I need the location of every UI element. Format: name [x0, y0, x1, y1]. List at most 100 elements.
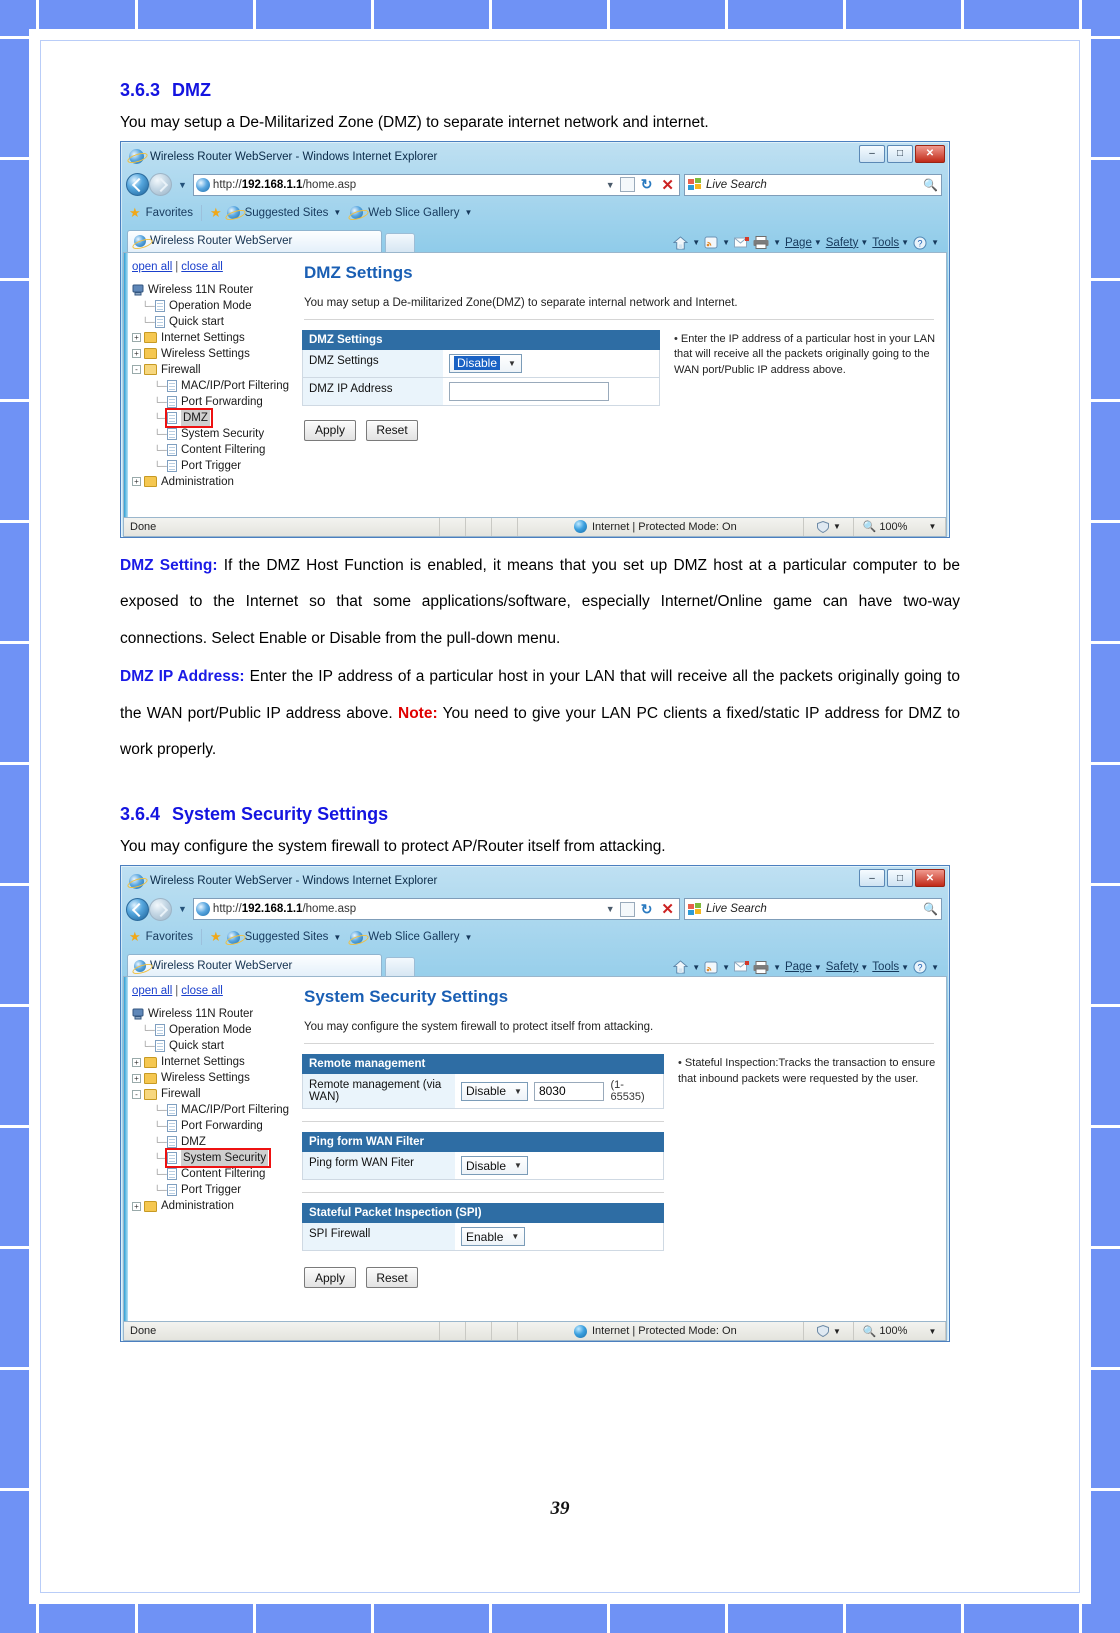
- sidebar-item-internet-settings[interactable]: + Internet Settings: [132, 330, 296, 346]
- sidebar-item-system-security[interactable]: └─ System Security: [132, 426, 296, 442]
- zoom-control[interactable]: 🔍 100% ▼: [854, 1322, 946, 1341]
- sidebar-item-port-forwarding[interactable]: └─ Port Forwarding: [132, 1118, 296, 1134]
- security-zone[interactable]: Internet | Protected Mode: On: [518, 517, 804, 536]
- add-favorites-icon[interactable]: ★: [210, 205, 222, 221]
- reset-button[interactable]: Reset: [366, 419, 418, 441]
- dmz-settings-select[interactable]: Disable ▼: [449, 353, 522, 373]
- close-all-link[interactable]: close all: [181, 261, 223, 273]
- expand-icon[interactable]: +: [132, 349, 141, 359]
- menu-safety[interactable]: Safety ▼: [826, 237, 869, 249]
- chevron-down-icon[interactable]: ▼: [464, 933, 472, 942]
- help-icon[interactable]: ?: [913, 236, 927, 250]
- close-button[interactable]: ✕: [915, 144, 945, 163]
- maximize-button[interactable]: □: [887, 144, 913, 163]
- chevron-down-icon[interactable]: ▼: [333, 208, 341, 217]
- open-all-link[interactable]: open all: [132, 985, 172, 997]
- remote-management-select[interactable]: Disable ▼: [461, 1081, 528, 1101]
- reset-button[interactable]: Reset: [366, 1267, 418, 1289]
- new-tab-button[interactable]: [385, 232, 415, 252]
- search-bar[interactable]: Live Search 🔍: [684, 173, 942, 196]
- address-dropdown-icon[interactable]: ▼: [604, 904, 617, 914]
- tab-wireless-router-webserver[interactable]: Wireless Router WebServer: [127, 229, 382, 252]
- sidebar-item-operation-mode[interactable]: └─ Operation Mode: [132, 1022, 296, 1038]
- expand-icon[interactable]: +: [132, 333, 141, 343]
- home-icon[interactable]: [673, 960, 689, 974]
- sidebar-item-system-security[interactable]: └─ System Security: [132, 1148, 296, 1169]
- protected-mode-indicator[interactable]: ▼: [804, 517, 854, 536]
- address-bar[interactable]: http://192.168.1.1/home.asp ▼ ↻ ✕: [192, 173, 680, 196]
- sidebar-item-quick-start[interactable]: └─ Quick start: [132, 1038, 296, 1054]
- sidebar-item-administration[interactable]: + Administration: [132, 474, 296, 490]
- sidebar-item-mac-ip-port-filtering[interactable]: └─ MAC/IP/Port Filtering: [132, 1102, 296, 1118]
- maximize-button[interactable]: □: [887, 869, 913, 888]
- mail-icon[interactable]: [734, 961, 750, 973]
- menu-tools[interactable]: Tools ▼: [872, 237, 909, 249]
- sidebar-item-dmz[interactable]: └─ DMZ: [132, 407, 296, 428]
- chevron-down-icon[interactable]: ▼: [333, 933, 341, 942]
- search-icon[interactable]: 🔍: [923, 178, 938, 192]
- address-dropdown-icon[interactable]: ▼: [604, 180, 617, 190]
- forward-arrow-icon[interactable]: [149, 897, 172, 921]
- back-arrow-icon[interactable]: [126, 173, 149, 197]
- suggested-sites-label[interactable]: Suggested Sites: [245, 207, 329, 219]
- zoom-control[interactable]: 🔍 100% ▼: [854, 517, 946, 536]
- chevron-down-icon[interactable]: ▼: [692, 963, 700, 972]
- expand-icon[interactable]: +: [132, 1057, 141, 1067]
- spi-firewall-select[interactable]: Enable ▼: [461, 1227, 526, 1247]
- chevron-down-icon[interactable]: ▼: [928, 1327, 936, 1336]
- dmz-ip-address-input[interactable]: [449, 381, 609, 401]
- sidebar-item-operation-mode[interactable]: └─ Operation Mode: [132, 298, 296, 314]
- menu-page[interactable]: Page ▼: [785, 237, 822, 249]
- chevron-down-icon[interactable]: ▼: [773, 963, 781, 972]
- sidebar-item-firewall[interactable]: - Firewall: [132, 1086, 296, 1102]
- refresh-icon[interactable]: ↻: [638, 176, 656, 193]
- new-tab-button[interactable]: [385, 957, 415, 977]
- sidebar-item-internet-settings[interactable]: + Internet Settings: [132, 1054, 296, 1070]
- tree-root[interactable]: Wireless 11N Router: [132, 1006, 296, 1022]
- apply-button[interactable]: Apply: [304, 1267, 356, 1289]
- apply-button[interactable]: Apply: [304, 419, 356, 441]
- sidebar-item-port-trigger[interactable]: └─ Port Trigger: [132, 458, 296, 474]
- address-bar[interactable]: http://192.168.1.1/home.asp ▼ ↻ ✕: [192, 898, 680, 921]
- home-icon[interactable]: [673, 236, 689, 250]
- sidebar-item-content-filtering[interactable]: └─ Content Filtering: [132, 1166, 296, 1182]
- tree-root[interactable]: Wireless 11N Router: [132, 282, 296, 298]
- favorites-label[interactable]: Favorites: [146, 931, 193, 943]
- favorites-star-icon[interactable]: ★: [129, 929, 141, 945]
- chevron-down-icon[interactable]: ▼: [178, 180, 187, 190]
- sidebar-item-content-filtering[interactable]: └─ Content Filtering: [132, 442, 296, 458]
- close-all-link[interactable]: close all: [181, 985, 223, 997]
- sidebar-item-port-trigger[interactable]: └─ Port Trigger: [132, 1182, 296, 1198]
- sidebar-item-administration[interactable]: + Administration: [132, 1198, 296, 1214]
- refresh-icon[interactable]: ↻: [638, 901, 656, 918]
- web-slice-label[interactable]: Web Slice Gallery: [368, 931, 459, 943]
- sidebar-item-port-forwarding[interactable]: └─ Port Forwarding: [132, 394, 296, 410]
- help-icon[interactable]: ?: [913, 960, 927, 974]
- compatibility-view-icon[interactable]: [619, 901, 635, 917]
- sidebar-item-mac-ip-port-filtering[interactable]: └─ MAC/IP/Port Filtering: [132, 378, 296, 394]
- expand-icon[interactable]: +: [132, 1073, 141, 1083]
- search-input[interactable]: Live Search: [706, 179, 919, 191]
- stop-icon[interactable]: ✕: [658, 900, 677, 918]
- web-slice-label[interactable]: Web Slice Gallery: [368, 207, 459, 219]
- add-favorites-icon[interactable]: ★: [210, 929, 222, 945]
- tab-wireless-router-webserver[interactable]: Wireless Router WebServer: [127, 954, 382, 977]
- chevron-down-icon[interactable]: ▼: [833, 1327, 841, 1336]
- menu-tools[interactable]: Tools ▼: [872, 961, 909, 973]
- protected-mode-indicator[interactable]: ▼: [804, 1322, 854, 1341]
- menu-page[interactable]: Page ▼: [785, 961, 822, 973]
- mail-icon[interactable]: [734, 236, 750, 249]
- menu-safety[interactable]: Safety ▼: [826, 961, 869, 973]
- favorites-star-icon[interactable]: ★: [129, 205, 141, 221]
- remote-management-port-input[interactable]: 8030: [533, 1081, 605, 1101]
- minimize-button[interactable]: –: [859, 869, 885, 888]
- chevron-down-icon[interactable]: ▼: [464, 208, 472, 217]
- chevron-down-icon[interactable]: ▼: [928, 522, 936, 531]
- ping-wan-filter-select[interactable]: Disable ▼: [461, 1156, 528, 1176]
- collapse-icon[interactable]: -: [132, 1089, 141, 1099]
- sidebar-item-firewall[interactable]: - Firewall: [132, 362, 296, 378]
- security-zone[interactable]: Internet | Protected Mode: On: [518, 1322, 804, 1341]
- chevron-down-icon[interactable]: ▼: [931, 963, 939, 972]
- chevron-down-icon[interactable]: ▼: [833, 522, 841, 531]
- back-arrow-icon[interactable]: [126, 897, 149, 921]
